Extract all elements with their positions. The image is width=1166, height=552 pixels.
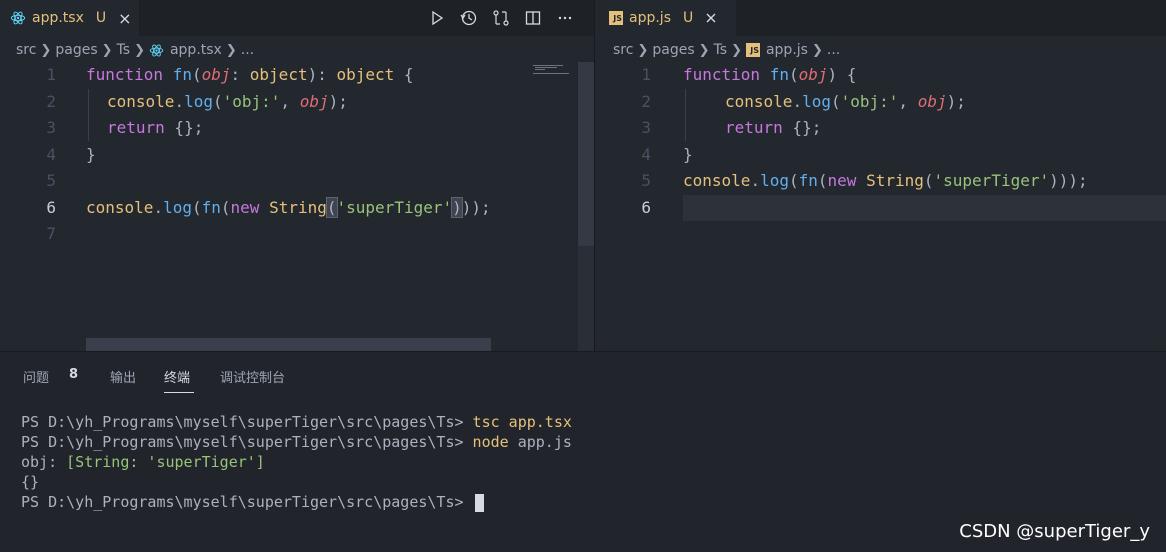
line-number: 2 xyxy=(46,91,56,111)
js-file-icon: JS xyxy=(609,11,623,25)
tab-app-tsx[interactable]: app.tsx U × xyxy=(0,0,139,36)
chevron-right-icon: ❯ xyxy=(698,42,710,58)
indent-guide xyxy=(88,89,89,141)
breadcrumb-pages[interactable]: pages xyxy=(55,42,97,58)
code-line: console.log(fn(new String('superTiger'))… xyxy=(683,171,1088,190)
terminal-prompt: PS D:\yh_Programs\myself\superTiger\src\… xyxy=(21,413,464,431)
code-line: } xyxy=(683,144,693,164)
compare-changes-icon[interactable] xyxy=(492,9,510,27)
line-number: 2 xyxy=(641,91,651,111)
chevron-right-icon: ❯ xyxy=(637,42,649,58)
breadcrumb-file[interactable]: app.tsx xyxy=(170,42,222,58)
terminal-line: PS D:\yh_Programs\myself\superTiger\src\… xyxy=(21,412,572,432)
code-line: function fn(obj: object): object { xyxy=(86,65,414,84)
tab-debug-console[interactable]: 调试控制台 xyxy=(220,367,285,386)
breadcrumb-ts[interactable]: Ts xyxy=(117,42,131,58)
run-icon[interactable] xyxy=(428,9,446,27)
terminal-cursor xyxy=(474,493,484,512)
react-icon xyxy=(10,10,26,26)
horizontal-scrollbar[interactable] xyxy=(86,338,491,351)
breadcrumb-src[interactable]: src xyxy=(16,42,36,58)
bottom-panel: 问题 8 输出 终端 调试控制台 PS D:\yh_Programs\mysel… xyxy=(0,351,1166,552)
terminal-line: PS D:\yh_Programs\myself\superTiger\src\… xyxy=(21,492,572,512)
breadcrumb: src ❯ pages ❯ Ts ❯ app.tsx ❯ ... xyxy=(0,36,594,64)
line-number: 5 xyxy=(641,171,651,190)
tab-output[interactable]: 输出 xyxy=(110,367,136,386)
split-editor-icon[interactable] xyxy=(524,9,542,27)
right-editor-pane: JS app.js U src ❯ pages ❯ Ts ❯ JS app.js… xyxy=(595,0,1166,351)
chevron-right-icon: ❯ xyxy=(811,42,823,58)
tab-terminal[interactable]: 终端 xyxy=(164,367,190,386)
terminal-prompt: PS D:\yh_Programs\myself\superTiger\src\… xyxy=(21,433,464,451)
vertical-scrollbar-thumb[interactable] xyxy=(578,62,594,246)
line-number: 7 xyxy=(46,224,56,243)
chevron-right-icon: ❯ xyxy=(40,42,52,58)
breadcrumb-file[interactable]: app.js xyxy=(766,42,808,58)
terminal-line: PS D:\yh_Programs\myself\superTiger\src\… xyxy=(21,432,572,452)
terminal-line: obj: [String: 'superTiger'] xyxy=(21,452,572,472)
editor-actions xyxy=(428,0,574,36)
code-line: return {}; xyxy=(725,118,822,137)
tab-filename: app.js xyxy=(629,10,671,26)
terminal-output-label: obj: xyxy=(21,453,58,471)
terminal-output-value: [String: 'superTiger'] xyxy=(66,453,265,471)
code-line: console.log('obj:', obj); xyxy=(107,91,348,111)
terminal-command: tsc app.tsx xyxy=(472,413,572,431)
untracked-badge: U xyxy=(683,10,694,26)
chevron-right-icon: ❯ xyxy=(731,42,742,58)
untracked-badge: U xyxy=(95,10,107,26)
line-number-active: 6 xyxy=(46,197,56,217)
history-icon[interactable] xyxy=(460,9,478,27)
breadcrumb: src ❯ pages ❯ Ts ❯ JS app.js ❯ ... xyxy=(595,36,1166,64)
tab-app-js[interactable]: JS app.js U xyxy=(595,0,736,36)
chevron-right-icon: ❯ xyxy=(225,42,237,58)
terminal-command: node xyxy=(472,433,509,451)
problems-count-badge: 8 xyxy=(69,367,79,382)
code-editor-right[interactable]: 1 function fn(obj) { 2 console.log('obj:',… xyxy=(595,62,1166,221)
line-number: 1 xyxy=(46,65,56,84)
chevron-right-icon: ❯ xyxy=(134,42,145,58)
line-number: 3 xyxy=(641,118,651,137)
active-tab-indicator xyxy=(164,392,194,393)
chevron-right-icon: ❯ xyxy=(101,42,113,58)
terminal[interactable]: PS D:\yh_Programs\myself\superTiger\src\… xyxy=(21,412,572,512)
terminal-command-arg: app.js xyxy=(517,433,572,451)
watermark: CSDN @superTiger_y xyxy=(959,521,1150,542)
code-line: function fn(obj) { xyxy=(683,65,857,84)
panel-tabs: 问题 8 输出 终端 调试控制台 xyxy=(0,352,1166,396)
line-number: 4 xyxy=(641,144,651,164)
minimap[interactable] xyxy=(521,62,579,351)
code-line: console.log('obj:', obj); xyxy=(725,91,966,111)
right-tab-bar: JS app.js U xyxy=(595,0,1166,36)
breadcrumb-ellipsis[interactable]: ... xyxy=(241,42,254,58)
line-number: 1 xyxy=(641,65,651,84)
line-number: 4 xyxy=(46,144,56,164)
tab-filename: app.tsx xyxy=(32,10,84,26)
breadcrumb-pages[interactable]: pages xyxy=(652,42,694,58)
js-file-icon: JS xyxy=(745,43,760,57)
code-line: } xyxy=(86,144,96,164)
terminal-line: {} xyxy=(21,472,572,492)
line-number: 3 xyxy=(46,118,56,137)
react-icon xyxy=(149,43,164,58)
breadcrumb-ellipsis[interactable]: ... xyxy=(827,42,840,58)
terminal-prompt: PS D:\yh_Programs\myself\superTiger\src\… xyxy=(21,493,464,511)
more-icon[interactable] xyxy=(556,9,574,27)
code-line: console.log(fn(new String('superTiger'))… xyxy=(86,196,491,218)
breadcrumb-ts[interactable]: Ts xyxy=(714,42,728,58)
terminal-output: {} xyxy=(21,473,40,491)
breadcrumb-src[interactable]: src xyxy=(613,42,633,58)
close-icon[interactable]: × xyxy=(118,9,131,28)
line-number: 5 xyxy=(46,171,56,190)
line-number-active: 6 xyxy=(641,197,651,217)
code-line: return {}; xyxy=(107,118,204,137)
left-editor-pane: app.tsx U × src ❯ pages ❯ Ts ❯ app.tsx ❯… xyxy=(0,0,594,351)
close-icon[interactable] xyxy=(705,9,717,28)
tab-problems[interactable]: 问题 xyxy=(23,367,49,386)
left-tab-bar: app.tsx U × xyxy=(0,0,594,36)
